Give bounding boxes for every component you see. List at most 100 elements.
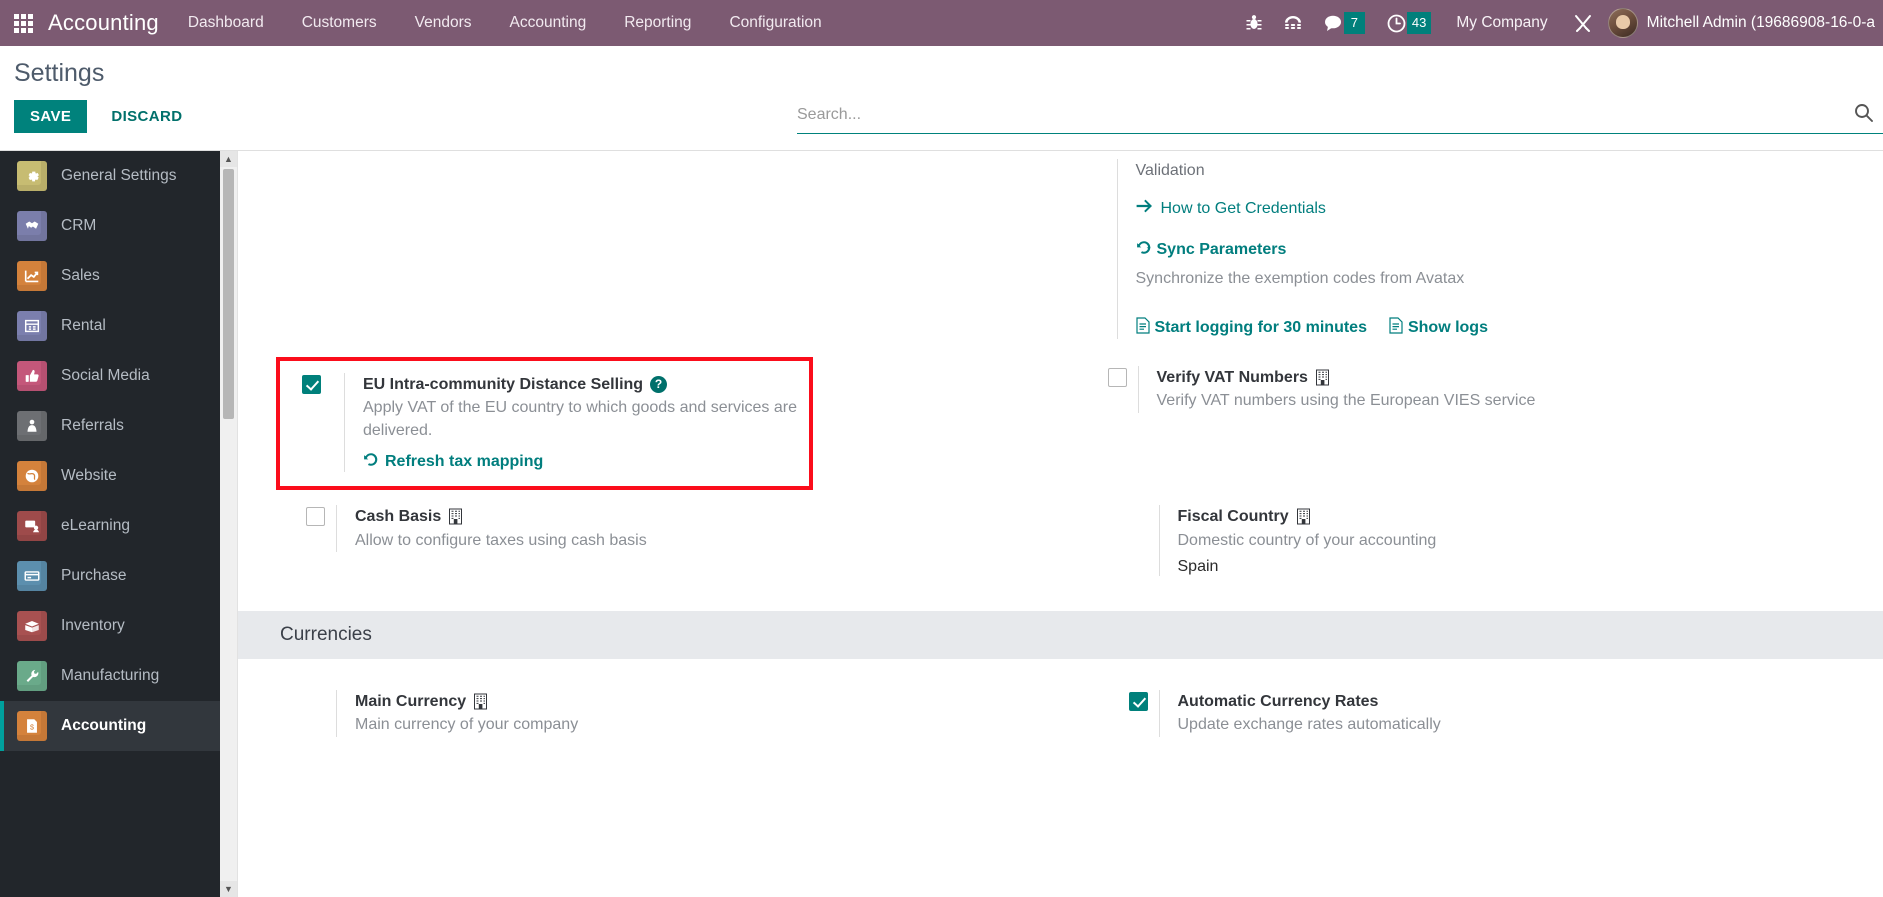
menu-item-configuration[interactable]: Configuration [710,0,840,46]
sidebar-item-label: Referrals [61,417,124,434]
eu-distance-selling-title: EU Intra-community Distance Selling [363,375,644,393]
control-panel: Settings SAVE DISCARD [0,46,1883,151]
verify-vat-title: Verify VAT Numbers [1156,368,1308,386]
company-building-icon [448,508,463,525]
show-logs-link[interactable]: Show logs [1389,317,1488,339]
avatar [1607,8,1638,38]
scroll-down-arrow[interactable]: ▼ [220,881,237,897]
sidebar-item-rental[interactable]: Rental [0,301,220,351]
app-brand-name[interactable]: Accounting [46,10,169,36]
avatax-validation-block: Validation How to Get Credentials Sync P [1061,157,1842,339]
form-action-buttons: SAVE DISCARD [14,99,196,133]
sidebar-item-label: CRM [61,217,97,234]
company-building-icon [1296,508,1311,525]
content-scrollbar[interactable]: ▲ ▼ [220,151,238,897]
refresh-tax-mapping-label: Refresh tax mapping [385,453,544,471]
cash-basis-title: Cash Basis [355,508,442,526]
start-logging-link[interactable]: Start logging for 30 minutes [1135,317,1367,339]
cash-basis-checkbox[interactable] [306,507,325,527]
sidebar-item-referrals[interactable]: Referrals [0,401,220,451]
sidebar-item-sales[interactable]: Sales [0,251,220,301]
activities-badge: 43 [1406,12,1432,34]
sidebar-item-website[interactable]: Website [0,451,220,501]
setting-fiscal-country: Fiscal Country Domestic country of your … [1103,496,1802,585]
verify-vat-column: Verify VAT Numbers Verify VAT numbers us… [1040,357,1842,491]
verify-vat-checkbox[interactable] [1107,367,1127,387]
thumbs-up-icon [17,361,47,391]
sidebar-item-purchase[interactable]: Purchase [0,551,220,601]
eu-distance-selling-column: EU Intra-community Distance Selling ? Ap… [238,356,1040,491]
search-bar[interactable] [797,103,1883,134]
question-mark-icon[interactable]: ? [650,375,668,393]
sidebar-item-accounting[interactable]: $ Accounting [0,701,220,751]
search-input[interactable] [797,106,1848,124]
tools-icon[interactable] [1562,0,1604,46]
logging-links: Start logging for 30 minutes Show logs [1135,317,1802,339]
eu-distance-selling-desc: Apply VAT of the EU country to which goo… [363,398,797,439]
box-icon [17,611,47,641]
messages-counter[interactable]: 7 [1313,0,1376,46]
menu-item-reporting[interactable]: Reporting [605,0,710,46]
setting-eu-distance-selling: EU Intra-community Distance Selling ? Ap… [280,361,809,487]
sync-parameters-desc: Synchronize the exemption codes from Ava… [1135,270,1465,287]
user-menu[interactable]: Mitchell Admin (19686908-16-0-a [1604,8,1883,38]
company-building-icon [1315,369,1330,386]
chat-icon [1324,15,1341,31]
top-navbar: Accounting Dashboard Customers Vendors A… [0,0,1883,46]
sidebar-item-label: Social Media [61,367,150,384]
sidebar-item-label: Rental [61,317,106,334]
search-icon[interactable] [1854,103,1873,127]
sidebar-item-manufacturing[interactable]: Manufacturing [0,651,220,701]
person-icon [17,411,47,441]
sidebar-item-label: Accounting [61,717,147,734]
scrollbar-thumb[interactable] [223,169,234,419]
highlight-box: EU Intra-community Distance Selling ? Ap… [276,356,813,491]
app-body: General Settings CRM Sales Rental Social… [0,151,1883,897]
globe-icon [17,461,47,491]
activities-counter[interactable]: 43 [1376,0,1442,46]
currencies-section-header: Currencies [238,611,1883,660]
menu-item-vendors[interactable]: Vendors [396,0,491,46]
automatic-currency-rates-column: Automatic Currency Rates Update exchange… [1061,681,1842,746]
sidebar-item-general-settings[interactable]: General Settings [0,151,220,201]
sidebar-item-social-media[interactable]: Social Media [0,351,220,401]
discard-button[interactable]: DISCARD [97,100,196,133]
cash-basis-desc: Allow to configure taxes using cash basi… [355,531,647,549]
how-to-get-credentials-label: How to Get Credentials [1160,199,1326,217]
cash-basis-column: Cash Basis Allow to configure taxes usin… [280,496,1061,585]
bug-icon[interactable] [1235,0,1273,46]
automatic-currency-rates-checkbox[interactable] [1128,692,1148,712]
company-building-icon [473,693,488,710]
company-switcher[interactable]: My Company [1442,14,1561,32]
sidebar-item-crm[interactable]: CRM [0,201,220,251]
invoice-icon: $ [17,711,47,741]
menu-item-dashboard[interactable]: Dashboard [169,0,283,46]
gear-icon [17,161,47,191]
chart-up-icon [17,261,47,291]
apps-grid-icon[interactable] [0,0,46,46]
sidebar-item-elearning[interactable]: eLearning [0,501,220,551]
setting-main-currency: Main Currency Main currency of your comp… [280,681,1021,746]
menu-item-customers[interactable]: Customers [283,0,396,46]
save-button[interactable]: SAVE [14,99,88,133]
eu-distance-selling-checkbox[interactable] [302,374,321,394]
setting-cash-basis: Cash Basis Allow to configure taxes usin… [280,496,1021,561]
card-icon [17,561,47,591]
fiscal-country-value[interactable]: Spain [1178,558,1802,576]
sync-parameters-link[interactable]: Sync Parameters [1136,240,1286,260]
scroll-up-arrow[interactable]: ▲ [220,151,237,167]
handshake-icon [17,211,47,241]
fiscal-country-title: Fiscal Country [1177,508,1289,526]
main-menu: Dashboard Customers Vendors Accounting R… [169,0,841,46]
clock-icon [1387,14,1406,32]
page-title: Settings [14,59,105,87]
how-to-get-credentials-link[interactable]: How to Get Credentials [1136,199,1326,218]
refresh-tax-mapping-link[interactable]: Refresh tax mapping [363,452,543,472]
main-currency-desc: Main currency of your company [355,716,579,734]
arrow-right-icon [1136,199,1153,218]
phone-icon[interactable] [1273,0,1313,46]
sidebar-item-inventory[interactable]: Inventory [0,601,220,651]
refresh-icon [1136,240,1152,260]
menu-item-accounting[interactable]: Accounting [491,0,606,46]
sidebar-item-label: eLearning [61,517,130,534]
